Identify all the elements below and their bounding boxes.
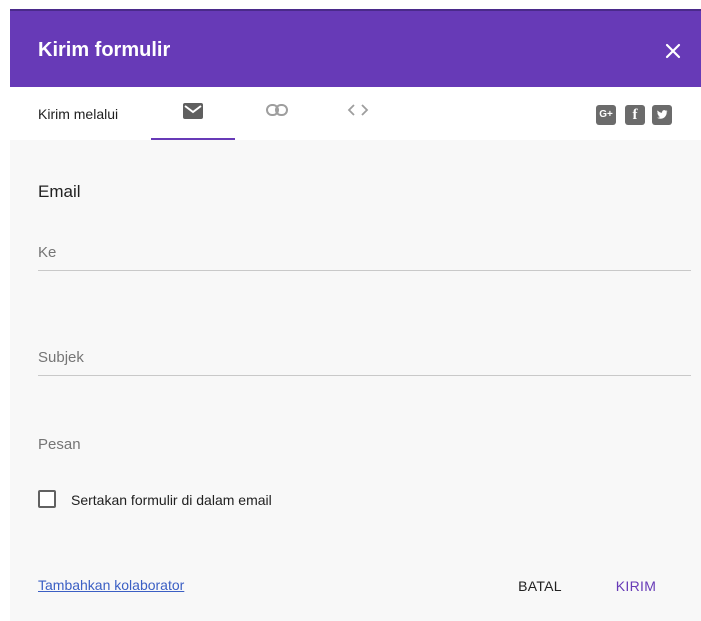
add-collaborators-link[interactable]: Tambahkan kolaborator <box>38 577 184 593</box>
dialog-header: Kirim formulir <box>10 9 701 87</box>
google-plus-share-button[interactable]: G+ <box>596 105 616 125</box>
mail-icon <box>183 103 203 119</box>
subject-field[interactable] <box>38 340 691 376</box>
include-form-checkbox[interactable] <box>38 490 56 508</box>
tab-embed[interactable] <box>336 87 380 140</box>
section-title: Email <box>38 182 81 201</box>
twitter-bird-icon <box>657 110 668 119</box>
send-via-label: Kirim melalui <box>38 106 119 122</box>
facebook-share-button[interactable]: f <box>625 105 645 125</box>
to-field[interactable] <box>38 235 691 271</box>
email-form: Email Sertakan formulir di dalam email T… <box>10 140 701 621</box>
send-via-bar: Kirim melalui G+ f <box>10 87 701 140</box>
message-field[interactable] <box>38 426 691 462</box>
dialog-title: Kirim formulir <box>38 39 171 61</box>
subject-input[interactable] <box>38 340 691 376</box>
close-icon[interactable] <box>663 41 683 61</box>
link-icon <box>266 104 288 116</box>
twitter-share-button[interactable] <box>652 105 672 125</box>
facebook-icon: f <box>632 107 638 123</box>
send-button[interactable]: KIRIM <box>606 570 666 602</box>
tab-link[interactable] <box>255 87 299 140</box>
send-form-dialog: Kirim formulir Kirim melalui G+ f Email … <box>10 9 701 621</box>
cancel-button[interactable]: BATAL <box>510 570 570 602</box>
google-plus-icon: G+ <box>599 109 613 120</box>
to-input[interactable] <box>38 235 691 271</box>
message-input[interactable] <box>38 426 691 462</box>
tab-email[interactable] <box>151 87 235 140</box>
include-form-label: Sertakan formulir di dalam email <box>71 492 272 508</box>
embed-code-icon <box>347 104 369 116</box>
